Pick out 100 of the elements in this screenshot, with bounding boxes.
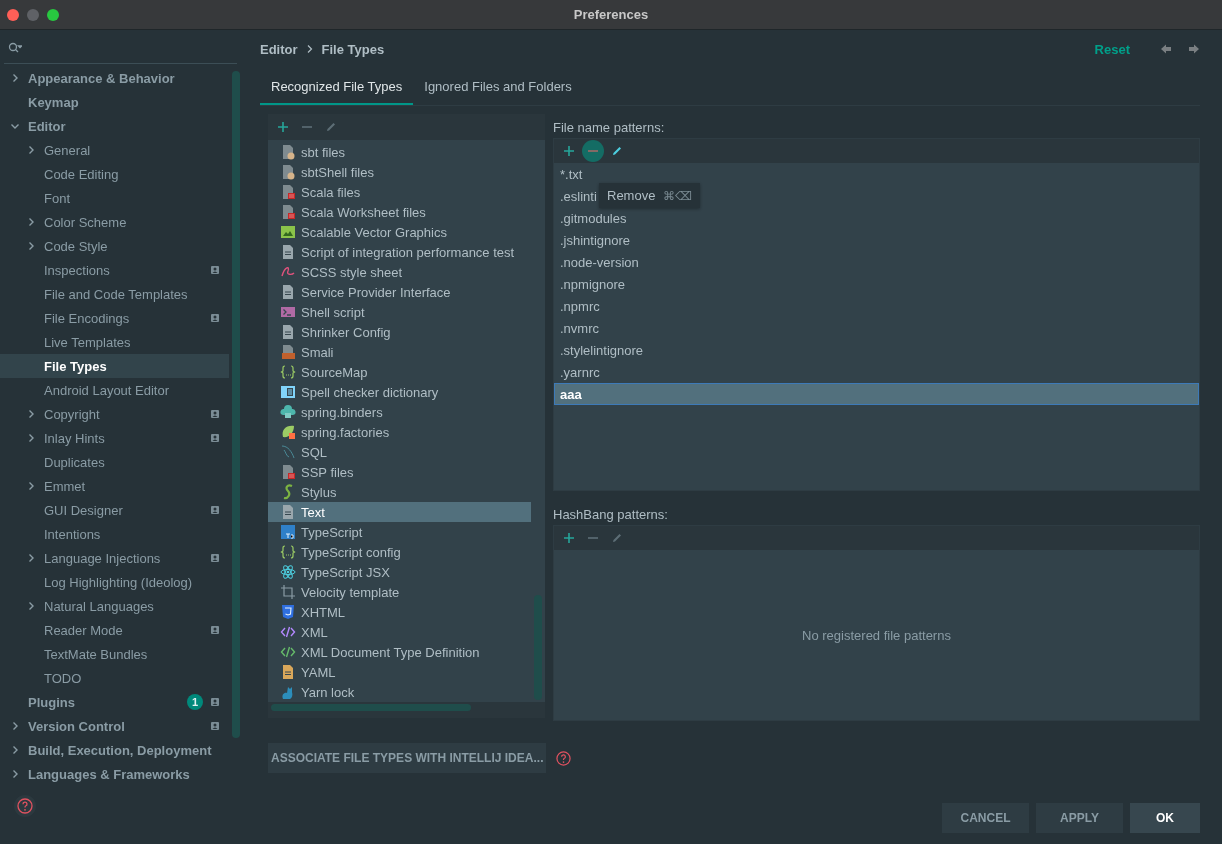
settings-tree-item[interactable]: Inspections (0, 258, 229, 282)
settings-tree-item[interactable]: General (0, 138, 229, 162)
pattern-row[interactable]: .yarnrc (554, 361, 1199, 383)
settings-tree-item[interactable]: Duplicates (0, 450, 229, 474)
file-type-item[interactable]: Stylus (268, 482, 531, 503)
file-type-item[interactable]: spring.factories (268, 422, 531, 443)
settings-tree-item[interactable]: Version Control (0, 714, 229, 738)
chevron-right-icon[interactable] (10, 721, 20, 731)
chevron-right-icon[interactable] (26, 433, 36, 443)
file-type-item[interactable]: Scala files (268, 182, 531, 203)
file-type-item[interactable]: YAML (268, 662, 531, 683)
dialog-button[interactable]: APPLY (1036, 803, 1123, 833)
chevron-right-icon[interactable] (26, 601, 36, 611)
pattern-row[interactable]: aaa (554, 383, 1199, 405)
settings-tree-item[interactable]: Code Style (0, 234, 229, 258)
chevron-right-icon[interactable] (26, 409, 36, 419)
settings-tree-item[interactable]: Color Scheme (0, 210, 229, 234)
tab[interactable]: Recognized File Types (260, 69, 414, 105)
settings-tree-item[interactable]: Font (0, 186, 229, 210)
chevron-right-icon[interactable] (10, 769, 20, 779)
associate-button[interactable]: ASSOCIATE FILE TYPES WITH INTELLIJ IDEA... (268, 743, 547, 773)
settings-tree-item[interactable]: Build, Execution, Deployment (0, 738, 229, 762)
pattern-row[interactable]: .stylelintignore (554, 339, 1199, 361)
settings-tree-item[interactable]: Emmet (0, 474, 229, 498)
settings-tree-item[interactable]: Language Injections (0, 546, 229, 570)
settings-tree-item[interactable]: Code Editing (0, 162, 229, 186)
help-button[interactable] (14, 795, 36, 817)
settings-tree-item[interactable]: GUI Designer (0, 498, 229, 522)
pattern-row[interactable]: .node-version (554, 251, 1199, 273)
file-type-item[interactable]: Text (268, 502, 531, 523)
file-type-item[interactable]: SCSS style sheet (268, 262, 531, 283)
back-arrow-icon[interactable] (1160, 43, 1172, 55)
settings-tree-item[interactable]: Editor (0, 114, 229, 138)
file-type-item[interactable]: XHTML (268, 602, 531, 623)
pattern-row[interactable]: .gitmodules (554, 207, 1199, 229)
file-type-item[interactable]: XML Document Type Definition (268, 642, 531, 663)
maximize-window-button[interactable] (47, 9, 59, 21)
pattern-row[interactable]: .npmrc (554, 295, 1199, 317)
file-type-item[interactable]: TypeScript JSX (268, 562, 531, 583)
forward-arrow-icon[interactable] (1188, 43, 1200, 55)
chevron-right-icon[interactable] (26, 553, 36, 563)
settings-tree-item[interactable]: Languages & Frameworks (0, 762, 229, 786)
settings-tree-item[interactable]: Keymap (0, 90, 229, 114)
file-type-item[interactable]: SSP files (268, 462, 531, 483)
file-type-item[interactable]: Scalable Vector Graphics (268, 222, 531, 243)
chevron-right-icon[interactable] (26, 145, 36, 155)
file-type-item[interactable]: sbt files (268, 142, 531, 163)
help-icon[interactable] (556, 750, 572, 766)
file-type-item[interactable]: Shell script (268, 302, 531, 323)
file-type-item[interactable]: Smali (268, 342, 531, 363)
settings-tree-item[interactable]: Plugins 1 (0, 690, 229, 714)
file-type-item[interactable]: Script of integration performance test (268, 242, 531, 263)
settings-tree-item[interactable]: File Types (0, 354, 229, 378)
tab[interactable]: Ignored Files and Folders (413, 69, 583, 105)
pattern-row[interactable]: .nvmrc (554, 317, 1199, 339)
settings-tree-item[interactable]: Appearance & Behavior (0, 66, 229, 90)
dialog-button[interactable]: OK (1130, 803, 1200, 833)
settings-tree-item[interactable]: Log Highlighting (Ideolog) (0, 570, 229, 594)
file-type-item[interactable]: SQL (268, 442, 531, 463)
chevron-right-icon[interactable] (26, 217, 36, 227)
file-type-item[interactable]: Service Provider Interface (268, 282, 531, 303)
chevron-right-icon[interactable] (10, 73, 20, 83)
file-type-item[interactable]: spring.binders (268, 402, 531, 423)
settings-tree-item[interactable]: File and Code Templates (0, 282, 229, 306)
chevron-right-icon[interactable] (26, 241, 36, 251)
settings-tree-item[interactable]: Live Templates (0, 330, 229, 354)
settings-tree-item[interactable]: Reader Mode (0, 618, 229, 642)
settings-tree-item[interactable]: Natural Languages (0, 594, 229, 618)
file-type-item[interactable]: TypeScript config (268, 542, 531, 563)
pattern-row[interactable]: .eslinti Remove ⌘⌫ (554, 185, 1199, 207)
settings-tree-item[interactable]: TODO (0, 666, 229, 690)
file-type-item[interactable]: Spell checker dictionary (268, 382, 531, 403)
dialog-button[interactable]: CANCEL (942, 803, 1029, 833)
remove-button[interactable] (582, 140, 604, 162)
minimize-window-button[interactable] (27, 9, 39, 21)
pattern-row[interactable]: .jshintignore (554, 229, 1199, 251)
book-icon (280, 384, 296, 401)
settings-tree-item[interactable]: Android Layout Editor (0, 378, 229, 402)
file-type-item[interactable]: Velocity template (268, 582, 531, 603)
pattern-row[interactable]: *.txt (554, 163, 1199, 185)
scrollbar[interactable] (232, 71, 240, 738)
reset-link[interactable]: Reset (1094, 41, 1130, 57)
chevron-right-icon[interactable] (10, 745, 20, 755)
settings-tree-item[interactable]: File Encodings (0, 306, 229, 330)
file-type-item[interactable]: XML (268, 622, 531, 643)
settings-tree-item[interactable]: TextMate Bundles (0, 642, 229, 666)
chevron-down-icon[interactable] (10, 121, 20, 131)
settings-tree-item[interactable]: Intentions (0, 522, 229, 546)
file-type-item[interactable]: sbtShell files (268, 162, 531, 183)
file-type-item[interactable]: Yarn lock (268, 682, 531, 703)
file-type-item[interactable]: TypeScript (268, 522, 531, 543)
file-type-item[interactable]: Shrinker Config (268, 322, 531, 343)
file-type-item[interactable]: Scala Worksheet files (268, 202, 531, 223)
chevron-right-icon[interactable] (26, 481, 36, 491)
pattern-row[interactable]: .npmignore (554, 273, 1199, 295)
close-window-button[interactable] (7, 9, 19, 21)
settings-tree-item[interactable]: Copyright (0, 402, 229, 426)
file-type-item[interactable]: SourceMap (268, 362, 531, 383)
breadcrumb-item[interactable]: Editor (260, 41, 298, 57)
settings-tree-item[interactable]: Inlay Hints (0, 426, 229, 450)
